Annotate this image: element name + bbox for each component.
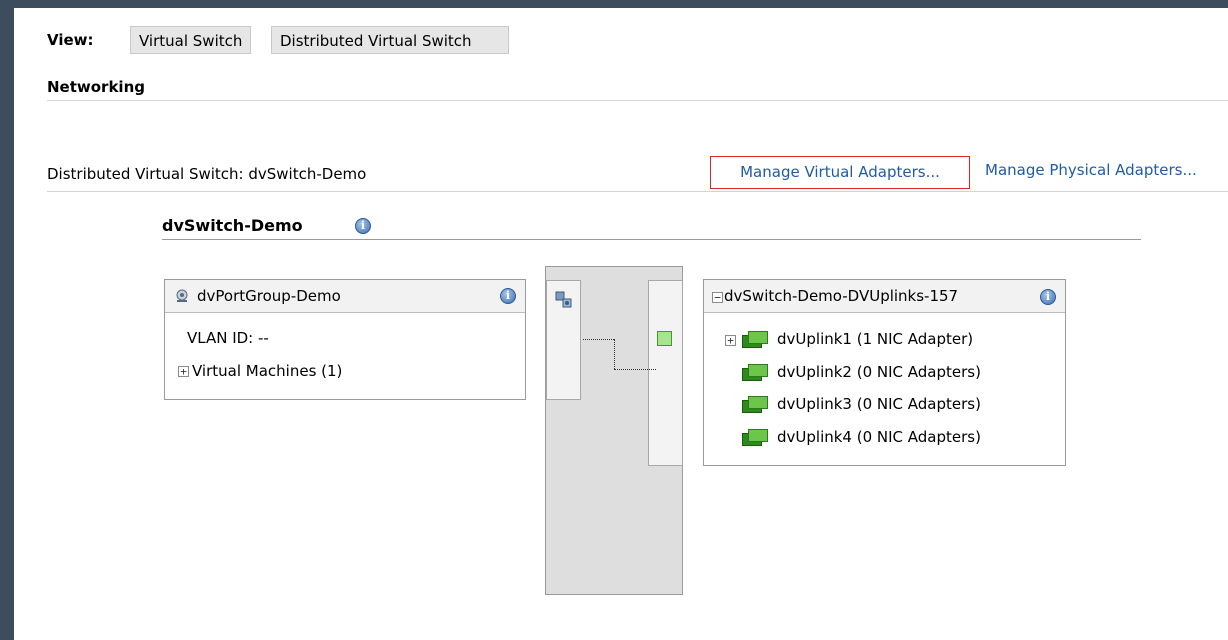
- info-icon[interactable]: i: [1040, 289, 1056, 305]
- info-icon[interactable]: i: [355, 218, 371, 234]
- uplink-item[interactable]: dvUplink4 (0 NIC Adapters): [777, 428, 981, 446]
- collapse-icon[interactable]: −: [712, 292, 723, 303]
- uplinks-name: dvSwitch-Demo-DVUplinks-157: [724, 287, 959, 305]
- switch-port-right: [648, 280, 683, 466]
- nic-icon: [742, 331, 768, 349]
- switch-title: dvSwitch-Demo: [162, 216, 303, 235]
- info-icon[interactable]: i: [500, 288, 516, 304]
- uplink-item[interactable]: dvUplink3 (0 NIC Adapters): [777, 395, 981, 413]
- nic-icon: [742, 364, 768, 382]
- divider: [47, 191, 1228, 192]
- port-group-header[interactable]: dvPortGroup-Demo i: [165, 280, 525, 313]
- connection-line: [583, 339, 614, 340]
- section-title: Networking: [47, 78, 145, 96]
- connection-line: [614, 339, 615, 369]
- divider: [47, 100, 1228, 101]
- manage-virtual-adapters-link[interactable]: Manage Virtual Adapters...: [710, 156, 970, 189]
- nic-icon: [742, 396, 768, 414]
- manage-physical-adapters-link[interactable]: Manage Physical Adapters...: [985, 161, 1197, 179]
- view-label: View:: [47, 31, 94, 49]
- networking-panel: View: Virtual Switch Distributed Virtual…: [14, 8, 1228, 640]
- portgroup-icon: [176, 289, 188, 302]
- network-adapter-icon: [555, 291, 572, 308]
- virtual-machines-item[interactable]: Virtual Machines (1): [192, 362, 342, 380]
- expand-icon[interactable]: +: [725, 335, 736, 346]
- uplink-port-icon: [657, 331, 672, 346]
- port-group-box: dvPortGroup-Demo i VLAN ID: -- + Virtual…: [164, 279, 526, 400]
- nic-icon: [742, 429, 768, 447]
- expand-icon[interactable]: +: [178, 366, 189, 377]
- view-tab-distributed-virtual-switch[interactable]: Distributed Virtual Switch: [271, 26, 509, 54]
- view-tab-virtual-switch[interactable]: Virtual Switch: [130, 26, 252, 54]
- divider: [162, 239, 1141, 240]
- uplink-item[interactable]: dvUplink2 (0 NIC Adapters): [777, 363, 981, 381]
- uplink-item[interactable]: dvUplink1 (1 NIC Adapter): [777, 330, 973, 348]
- connection-line: [614, 369, 656, 370]
- uplinks-box: − dvSwitch-Demo-DVUplinks-157 i + dvUpli…: [703, 279, 1066, 466]
- vlan-id-label: VLAN ID: --: [187, 329, 269, 347]
- port-group-name: dvPortGroup-Demo: [197, 287, 341, 305]
- dvs-name-label: Distributed Virtual Switch: dvSwitch-Dem…: [47, 165, 367, 183]
- uplinks-header[interactable]: − dvSwitch-Demo-DVUplinks-157 i: [704, 280, 1065, 313]
